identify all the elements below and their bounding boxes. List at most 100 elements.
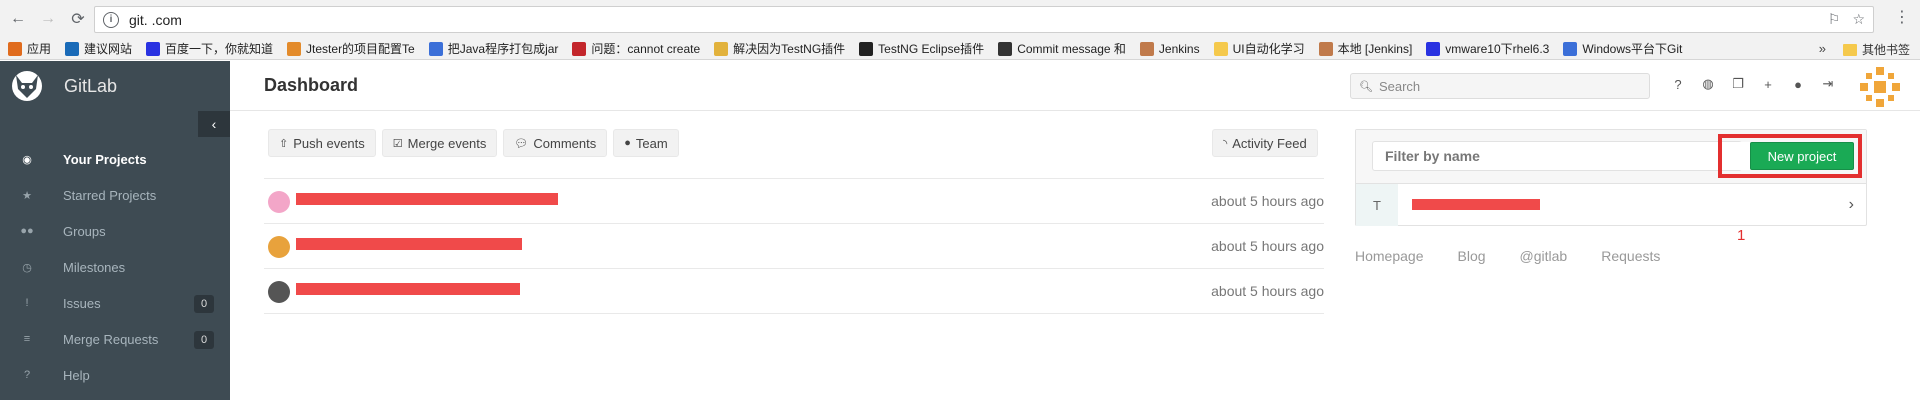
sidebar-item-label: Your Projects <box>63 151 147 167</box>
baidu-paw-icon <box>1426 41 1441 56</box>
event-time: about 5 hours ago <box>1211 193 1324 209</box>
sidebar-item-issues[interactable]: ! Issues 0 <box>0 285 230 321</box>
bookmark-item[interactable]: TestNG Eclipse插件 <box>859 40 984 57</box>
bookmark-item[interactable]: Jenkins <box>1139 41 1200 56</box>
project-row[interactable]: T › <box>1356 184 1866 226</box>
count-badge: 0 <box>194 295 214 313</box>
homepage-link[interactable]: Homepage <box>1355 248 1424 264</box>
bookmark-item[interactable]: 问题：cannot create <box>572 40 700 57</box>
new-project-button[interactable]: New project <box>1750 142 1854 170</box>
search-input[interactable]: 🔍︎ Search <box>1350 73 1650 99</box>
push-events-button[interactable]: ⇧ Push events <box>268 129 376 157</box>
sidebar-item-milestones[interactable]: ◷ Milestones <box>0 249 230 285</box>
copy-icon[interactable]: ❐ <box>1730 75 1746 93</box>
bookmark-item[interactable]: 本地 [Jenkins] <box>1318 40 1412 57</box>
sidebar-item-help[interactable]: ? Help <box>0 357 230 393</box>
sidebar-item-label: Issues <box>63 295 101 311</box>
redacted-project-name <box>1412 199 1540 210</box>
search-placeholder: Search <box>1378 78 1421 94</box>
sidebar-item-merge-requests[interactable]: ≡ Merge Requests 0 <box>0 321 230 357</box>
clock-icon: ◷ <box>22 261 32 274</box>
bookmark-label: Windows平台下Git <box>1582 42 1683 56</box>
sidebar-nav: ◉ Your Projects ★ Starred Projects ●● Groups ◷… <box>0 141 230 393</box>
browser-menu-icon[interactable]: ⋮ <box>1894 10 1910 26</box>
event-avatar[interactable] <box>268 191 290 213</box>
sidebar-item-your-projects[interactable]: ◉ Your Projects <box>0 141 230 177</box>
bookmark-label: vmware10下rhel6.3 <box>1445 42 1550 56</box>
bookmark-item[interactable]: Windows平台下Git <box>1563 40 1682 57</box>
logo-icon <box>998 41 1013 56</box>
bookmark-item[interactable]: 解决因为TestNG插件 <box>714 40 845 57</box>
comments-button[interactable]: 💬︎ Comments <box>503 129 608 157</box>
c-icon <box>572 41 587 56</box>
exclamation-icon: ! <box>25 297 29 309</box>
team-label: Team <box>635 135 668 151</box>
sidebar-item-groups[interactable]: ●● Groups <box>0 213 230 249</box>
page-icon <box>287 41 302 56</box>
bookmark-item[interactable]: Commit message 和 <box>998 40 1126 57</box>
activity-feed-label: Activity Feed <box>1232 135 1307 151</box>
brand[interactable]: GitLab <box>0 61 230 111</box>
rss-icon: ◝ <box>1223 137 1228 150</box>
back-arrow-icon[interactable]: ← <box>6 7 30 31</box>
filter-placeholder: Filter by name <box>1385 148 1480 164</box>
project-avatar: T <box>1356 184 1398 226</box>
sidebar-item-starred-projects[interactable]: ★ Starred Projects <box>0 177 230 213</box>
sidebar-item-label: Help <box>63 367 90 383</box>
bookmark-item[interactable]: 百度一下，你就知道 <box>146 40 273 57</box>
redacted-event-text <box>296 238 522 250</box>
sidebar-item-label: Merge Requests <box>63 331 159 347</box>
push-events-label: Push events <box>293 135 365 151</box>
jenkins-icon <box>1318 41 1333 56</box>
help-icon[interactable]: ? <box>1670 75 1686 93</box>
top-header: Dashboard 🔍︎ Search ? ◍ ❐ + ● ⇥ <box>230 61 1920 111</box>
jenkins-icon <box>1139 41 1154 56</box>
globe-icon <box>428 41 443 56</box>
blog-link[interactable]: Blog <box>1458 248 1486 264</box>
bookmark-item[interactable]: vmware10下rhel6.3 <box>1426 40 1549 57</box>
event-avatar[interactable] <box>268 281 290 303</box>
activity-feed-button[interactable]: ◝ Activity Feed <box>1212 129 1318 157</box>
team-button[interactable]: ● Team <box>613 129 679 157</box>
bookmark-label: UI自动化学习 <box>1232 42 1305 56</box>
forward-arrow-icon[interactable]: → <box>36 7 60 31</box>
plus-icon[interactable]: + <box>1760 75 1776 93</box>
comments-icon: 💬︎ <box>514 137 529 150</box>
address-bar[interactable]: i git. .com ⚐ ☆ <box>94 6 1874 33</box>
requests-link[interactable]: Requests <box>1601 248 1660 264</box>
translate-icon[interactable]: ⚐ <box>1828 11 1841 28</box>
other-bookmarks[interactable]: 其他书签 <box>1842 41 1910 58</box>
signout-icon[interactable]: ⇥ <box>1820 75 1836 93</box>
filter-by-name-input[interactable]: Filter by name <box>1372 141 1742 171</box>
browser-toolbar: ← → ⟳ i git. .com ⚐ ☆ ⋮ <box>0 0 1920 38</box>
globe-icon[interactable]: ◍ <box>1700 75 1716 93</box>
bookmark-star-icon[interactable]: ☆ <box>1852 11 1865 28</box>
user-icon[interactable]: ● <box>1790 75 1806 93</box>
merge-events-button[interactable]: ☑ Merge events <box>381 129 498 157</box>
url-text: git. .com <box>129 11 182 28</box>
bookmark-item[interactable]: 把Java程序打包成jar <box>428 40 558 57</box>
event-avatar[interactable] <box>268 236 290 258</box>
merge-events-label: Merge events <box>407 135 487 151</box>
gitlab-twitter-link[interactable]: @gitlab <box>1520 248 1568 264</box>
collapse-sidebar-button[interactable]: ‹ <box>198 111 230 137</box>
annotation-number: 1 <box>1737 227 1746 244</box>
event-row: about 5 hours ago <box>264 178 1324 224</box>
sidebar-item-label: Milestones <box>63 259 126 275</box>
user-avatar[interactable] <box>1856 63 1904 111</box>
helmet-icon <box>714 41 729 56</box>
bookmark-label: Commit message 和 <box>1017 42 1126 56</box>
bookmark-item[interactable]: UI自动化学习 <box>1213 40 1305 57</box>
bookmark-item[interactable]: Jtester的项目配置Te <box>287 40 415 57</box>
event-row: about 5 hours ago <box>264 269 1324 314</box>
bookmark-label: 应用 <box>27 42 52 56</box>
event-row: about 5 hours ago <box>264 224 1324 269</box>
other-bookmarks-label: 其他书签 <box>1861 43 1910 57</box>
comments-label: Comments <box>533 135 597 151</box>
info-icon[interactable]: i <box>103 11 119 28</box>
reload-icon[interactable]: ⟳ <box>66 7 90 31</box>
bookmarks-overflow-button[interactable]: » <box>1819 41 1826 56</box>
bookmark-item[interactable]: 建议网站 <box>65 40 132 57</box>
tanuki-logo-icon <box>12 71 42 101</box>
bookmark-item[interactable]: 应用 <box>8 40 51 57</box>
